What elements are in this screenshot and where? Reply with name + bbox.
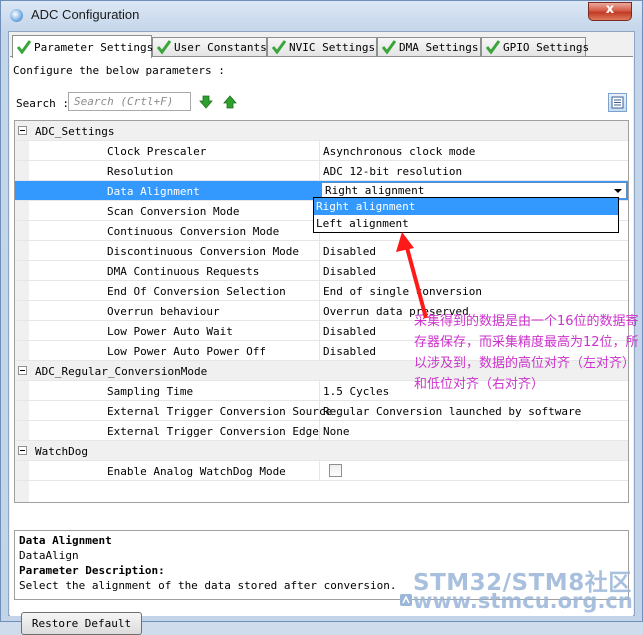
alignment-dropdown-list: Right alignment Left alignment <box>313 197 619 233</box>
watermark-url: www.stmcu.org.cn <box>413 589 633 613</box>
category-watchdog[interactable]: WatchDog <box>15 441 628 461</box>
param-row-enable-analog-watchdog[interactable]: Enable Analog WatchDog Mode <box>15 461 628 481</box>
watermark-logo-icon <box>400 594 412 606</box>
check-icon <box>381 40 397 55</box>
watchdog-checkbox[interactable] <box>329 464 342 477</box>
title-bar[interactable]: ADC Configuration x <box>1 1 642 31</box>
tab-label: NVIC Settings <box>289 41 376 54</box>
tab-user-constants[interactable]: User Constants <box>152 37 267 57</box>
tab-nvic-settings[interactable]: NVIC Settings <box>267 37 377 57</box>
check-icon <box>271 40 287 55</box>
arrow-down-icon[interactable] <box>199 95 213 109</box>
tab-label: GPIO Settings <box>503 41 590 54</box>
param-row-external-trigger-source[interactable]: External Trigger Conversion Source Regula… <box>15 401 628 421</box>
selected-value: Right alignment <box>325 184 425 197</box>
category-label: ADC_Settings <box>35 125 115 138</box>
tab-label: User Constants <box>174 41 267 54</box>
category-label: WatchDog <box>35 445 88 458</box>
param-row-resolution[interactable]: Resolution ADC 12-bit resolution <box>15 161 628 181</box>
option-left-alignment[interactable]: Left alignment <box>314 215 618 232</box>
check-icon <box>16 40 32 55</box>
tab-gpio-settings[interactable]: GPIO Settings <box>481 37 590 57</box>
description-section-label: Parameter Description: <box>19 564 165 577</box>
check-icon <box>156 40 172 55</box>
category-adc-settings[interactable]: ADC_Settings <box>15 121 628 141</box>
category-label: ADC_Regular_ConversionMode <box>35 365 208 378</box>
search-label: Search : <box>16 97 69 110</box>
tab-label: DMA Settings <box>399 41 479 54</box>
tab-label: Parameter Settings <box>34 41 154 54</box>
param-row-discontinuous-conversion-mode[interactable]: Discontinuous Conversion Mode Disabled <box>15 241 628 261</box>
annotation-text: 采集得到的数据是由一个16位的数据寄存器保存，而采集精度最高为12位，所以涉及到… <box>414 314 639 392</box>
arrow-up-icon[interactable] <box>223 95 237 109</box>
restore-default-button[interactable]: Restore Default <box>21 612 142 635</box>
check-icon <box>485 40 501 55</box>
chevron-down-icon[interactable] <box>614 189 622 193</box>
collapse-icon[interactable] <box>18 126 27 135</box>
configure-label: Configure the below parameters : <box>13 64 225 77</box>
description-text: Select the alignment of the data stored … <box>19 579 397 592</box>
param-row-external-trigger-edge[interactable]: External Trigger Conversion Edge None <box>15 421 628 441</box>
close-button[interactable]: x <box>588 2 632 21</box>
description-param-name: DataAlign <box>19 549 79 562</box>
param-row-clock-prescaler[interactable]: Clock Prescaler Asynchronous clock mode <box>15 141 628 161</box>
show-description-button[interactable] <box>608 93 627 112</box>
window-title: ADC Configuration <box>31 7 140 22</box>
param-row-dma-continuous-requests[interactable]: DMA Continuous Requests Disabled <box>15 261 628 281</box>
close-icon: x <box>605 2 615 17</box>
tab-parameter-settings[interactable]: Parameter Settings <box>12 35 154 58</box>
description-title: Data Alignment <box>19 534 112 547</box>
tab-dma-settings[interactable]: DMA Settings <box>377 37 481 57</box>
collapse-icon[interactable] <box>18 446 27 455</box>
param-row-end-of-conversion-selection[interactable]: End Of Conversion Selection End of single… <box>15 281 628 301</box>
list-view-icon <box>611 96 624 109</box>
app-icon <box>10 9 23 22</box>
collapse-icon[interactable] <box>18 366 27 375</box>
option-right-alignment[interactable]: Right alignment <box>314 198 618 215</box>
search-input[interactable]: Search (Crtl+F) <box>68 92 191 111</box>
